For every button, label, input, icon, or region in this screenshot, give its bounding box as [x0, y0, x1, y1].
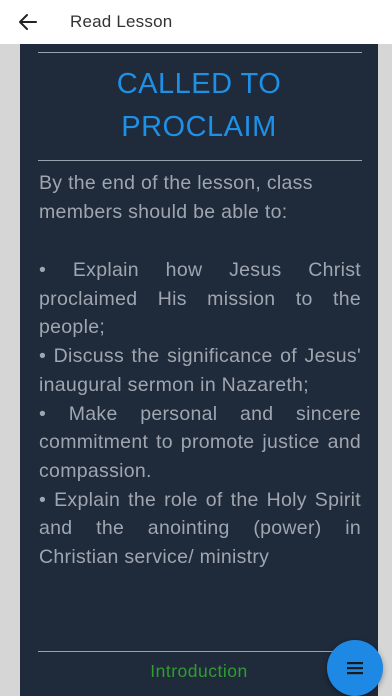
lesson-intro: By the end of the lesson, class members …	[39, 172, 313, 223]
lesson-heading-line2: PROCLAIM	[121, 111, 277, 143]
divider-heading	[38, 160, 362, 161]
objective-item: • Discuss the significance of Jesus' ina…	[39, 345, 361, 396]
lesson-scroll-area[interactable]: CALLED TO PROCLAIM By the end of the les…	[0, 44, 392, 696]
objective-item: • Explain how Jesus Christ proclaimed Hi…	[39, 259, 361, 339]
page-title: Read Lesson	[70, 12, 173, 31]
arrow-left-icon	[19, 14, 37, 30]
lesson-heading-line1: CALLED TO	[116, 68, 282, 100]
menu-fab-button[interactable]	[327, 640, 383, 696]
back-button[interactable]	[6, 0, 50, 44]
lesson-heading: CALLED TO PROCLAIM	[20, 63, 378, 149]
divider-section	[38, 651, 362, 652]
divider-top	[38, 52, 362, 53]
objective-item: • Explain the role of the Holy Spirit an…	[39, 488, 361, 569]
menu-icon	[347, 662, 363, 675]
objectives-list: • Explain how Jesus Christ proclaimed Hi…	[39, 256, 361, 572]
objective-item: • Make personal and sincere commitment t…	[39, 402, 361, 482]
section-introduction[interactable]: Introduction	[20, 661, 378, 682]
lesson-card: CALLED TO PROCLAIM By the end of the les…	[20, 44, 378, 696]
app-bar: Read Lesson	[0, 0, 392, 44]
